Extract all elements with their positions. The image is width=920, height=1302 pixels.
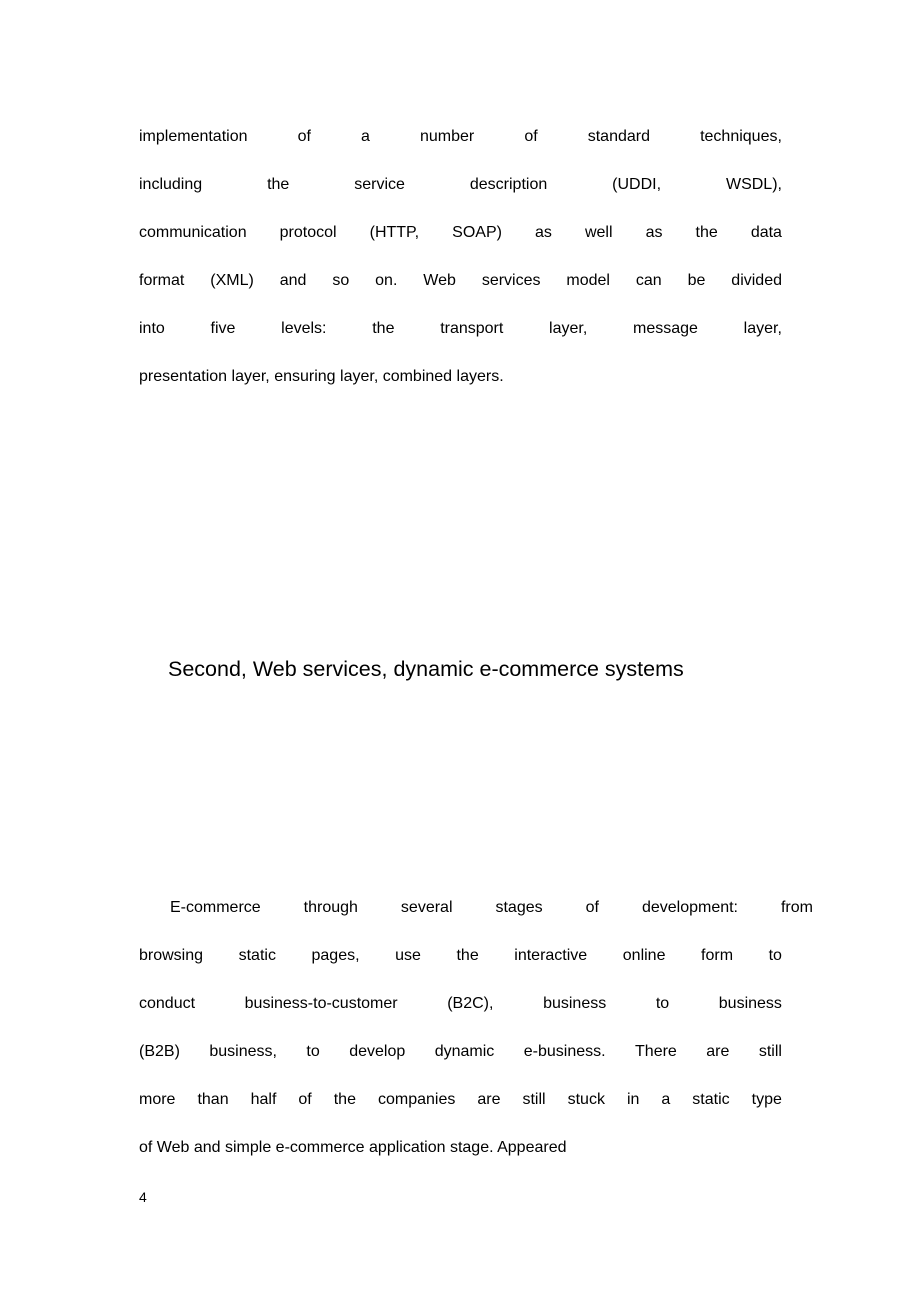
text-line: browsing static pages, use the interactive onl…	[139, 947, 782, 964]
page-number: 4	[139, 1189, 147, 1205]
text-line: into five levels: the transport layer, message…	[139, 320, 782, 337]
text-line: more than half of the companies are still stuck i…	[139, 1091, 782, 1108]
text-line: including the service description (UDDI, WSDL…	[139, 176, 782, 193]
text-line: format (XML) and so on. Web services model can be…	[139, 272, 782, 289]
document-page: implementation of a number of standard techniq…	[0, 0, 920, 1302]
text-line: of Web and simple e-commerce application…	[139, 1139, 567, 1156]
paragraph-body-2: E-commerce through several stages of developm…	[139, 884, 813, 1172]
text-line: E-commerce through several stages of developm…	[170, 899, 813, 916]
section-heading: Second, Web services, dynamic e-commerce…	[168, 657, 684, 681]
text-line: conduct business-to-customer (B2C), busines…	[139, 995, 782, 1012]
text-line: implementation of a number of standard techniq…	[139, 128, 782, 145]
text-line: presentation layer, ensuring layer, comb…	[139, 368, 504, 385]
text-line: (B2B) business, to develop dynamic e-business…	[139, 1043, 782, 1060]
paragraph-body-1: implementation of a number of standard techniq…	[139, 113, 782, 401]
text-line: communication protocol (HTTP, SOAP) as well as…	[139, 224, 782, 241]
